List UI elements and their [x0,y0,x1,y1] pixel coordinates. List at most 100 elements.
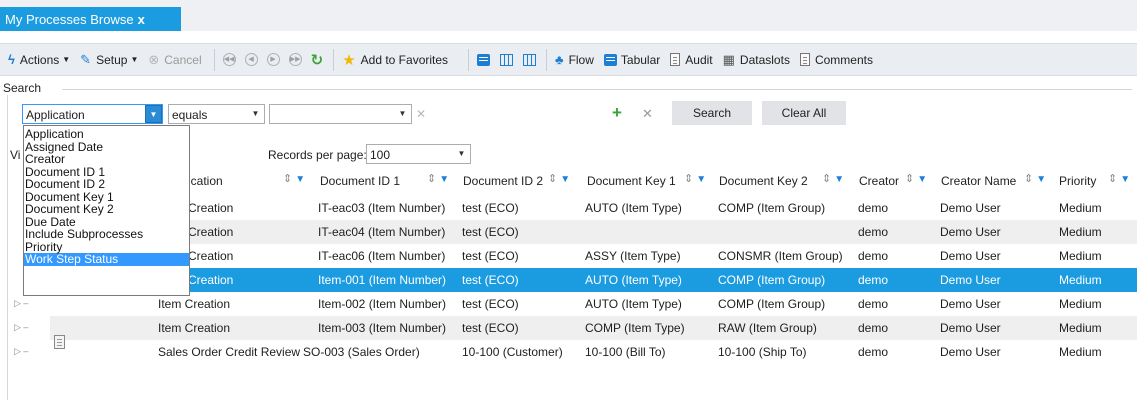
cancel-label: Cancel [164,52,202,67]
column-tools-priority[interactable]: ⇕ ▼ [1108,172,1130,185]
column-tools-creator[interactable]: ⇕ ▼ [905,172,927,185]
toolbar-separator [333,48,335,71]
cell-document-id-1: IT-eac06 (Item Number) [318,249,446,263]
tabular-icon [603,53,617,66]
cell-document-key-2: 10-100 (Ship To) [718,345,807,359]
cell-creator: demo [858,297,889,311]
records-per-page-value: 100 [370,148,391,162]
sort-icon: ⇕ [283,173,293,185]
cell-document-id-2: test (ECO) [462,321,519,335]
cell-creator: demo [858,249,889,263]
row-expander-icon[interactable]: ▷ ‒ [14,298,28,309]
search-button[interactable]: Search [672,101,752,125]
records-per-page-label: Records per page: [268,148,367,162]
column-tools-document-id-2[interactable]: ⇕ ▼ [548,172,570,185]
records-per-page-select[interactable]: 100 ▼ [366,144,471,164]
cell-document-key-2: COMP (Item Group) [718,201,826,215]
column-header-document-id-2[interactable]: Document ID 2 [463,174,543,188]
tab-strip: My Processes Browse x [0,0,1137,31]
cell-creator-name: Demo User [940,321,1001,335]
table-row[interactable]: Sales Order Credit Review SO-003 (Sales … [50,340,1137,364]
actions-button[interactable]: ϟ Actions ▼ [8,52,70,67]
search-operator-select[interactable]: equals ▼ [168,104,265,124]
column-tools-document-id-1[interactable]: ⇕ ▼ [427,172,449,185]
table-row-selected[interactable]: Creation Item-001 (Item Number) test (EC… [50,268,1137,292]
list-view-icon[interactable] [477,53,491,66]
dropdown-option[interactable]: Document ID 2 [24,178,189,191]
table-row[interactable]: Item Creation Item-003 (Item Number) tes… [50,316,1137,340]
table-row[interactable]: Creation IT-eac04 (Item Number) test (EC… [50,220,1137,244]
dropdown-option[interactable]: Document Key 2 [24,203,189,216]
tabular-label: Tabular [620,52,661,67]
chevron-down-icon[interactable]: ▼ [247,105,264,123]
flow-button[interactable]: ♣ Flow [555,52,594,67]
column-header-creator-name[interactable]: Creator Name [941,174,1016,188]
row-expander-icon[interactable]: ▷ ‒ [14,322,28,333]
cell-priority: Medium [1059,225,1102,239]
clear-all-button[interactable]: Clear All [762,101,846,125]
audit-button[interactable]: Audit [670,53,713,67]
cell-priority: Medium [1059,345,1102,359]
column-tools-document-key-2[interactable]: ⇕ ▼ [822,172,844,185]
detail-view-icon[interactable] [500,53,514,66]
cancel-button[interactable]: ⊗ Cancel [148,52,201,68]
column-header-application[interactable]: ication [188,174,223,188]
clear-value-icon[interactable]: ✕ [416,107,426,121]
column-header-priority[interactable]: Priority [1059,174,1096,188]
column-tools-document-key-1[interactable]: ⇕ ▼ [684,172,706,185]
table-view-icon[interactable] [523,53,537,66]
chevron-down-icon[interactable]: ▼ [453,145,470,163]
table-row[interactable]: Item Creation Item-002 (Item Number) tes… [50,292,1137,316]
filter-icon: ▼ [295,174,306,185]
cell-document-key-1: ASSY (Item Type) [585,249,681,263]
dropdown-option[interactable]: Creator [24,153,189,166]
cell-creator-name: Demo User [940,345,1001,359]
chevron-down-icon[interactable]: ▼ [394,105,411,123]
row-expander-icon[interactable]: ▷ ‒ [14,346,28,357]
remove-criteria-icon[interactable]: ✕ [642,106,653,122]
flow-label: Flow [568,52,594,67]
cell-priority: Medium [1059,249,1102,263]
cell-application: Item Creation [158,297,231,311]
search-value-select[interactable]: ▼ [269,104,412,124]
cell-application: Sales Order Credit Review [158,345,301,359]
tabular-button[interactable]: Tabular [603,52,661,67]
tab-title: My Processes Browse [5,12,134,27]
column-tools-application[interactable]: ⇕ ▼ [283,172,305,185]
cell-priority: Medium [1059,297,1102,311]
add-to-favorites-button[interactable]: ★ Add to Favorites [342,51,448,69]
cell-document-key-1: AUTO (Item Type) [585,273,682,287]
previous-page-icon[interactable]: ◀ [244,53,258,66]
dataslots-button[interactable]: ▦ Dataslots [723,52,790,68]
table-row[interactable]: Creation IT-eac03 (Item Number) test (EC… [50,196,1137,220]
column-header-creator[interactable]: Creator [859,174,899,188]
setup-button[interactable]: ✎ Setup ▼ [80,52,138,68]
add-criteria-icon[interactable]: + [612,103,622,123]
cell-document-id-2: test (ECO) [462,249,519,263]
dropdown-option[interactable]: Application [24,128,189,141]
search-field-dropdown-list: Application Assigned Date Creator Docume… [23,125,190,296]
cell-document-id-2: test (ECO) [462,297,519,311]
column-tools-creator-name[interactable]: ⇕ ▼ [1024,172,1046,185]
toolbar-separator [213,48,215,71]
first-page-icon[interactable]: ◀◀ [222,53,236,66]
refresh-icon[interactable]: ↻ [311,51,324,69]
dropdown-option-highlighted[interactable]: Work Step Status [24,253,189,266]
tab-my-processes-browse[interactable]: My Processes Browse x [0,7,181,31]
search-field-select[interactable]: Application ▼ [22,104,163,124]
next-page-icon[interactable]: ▶ [266,53,280,66]
cell-creator: demo [858,225,889,239]
chevron-down-icon: ▼ [62,55,71,64]
cell-creator-name: Demo User [940,273,1001,287]
comments-button[interactable]: Comments [799,53,873,67]
tab-close-icon[interactable]: x [138,12,145,27]
column-header-document-key-2[interactable]: Document Key 2 [719,174,808,188]
column-header-document-key-1[interactable]: Document Key 1 [587,174,676,188]
chevron-down-icon[interactable]: ▼ [145,105,162,123]
column-header-document-id-1[interactable]: Document ID 1 [320,174,400,188]
table-row[interactable]: Creation IT-eac06 (Item Number) test (EC… [50,244,1137,268]
cell-creator-name: Demo User [940,201,1001,215]
last-page-icon[interactable]: ▶▶ [288,53,302,66]
cell-document-key-2: RAW (Item Group) [718,321,817,335]
dropdown-option[interactable]: Include Subprocesses [24,228,189,241]
